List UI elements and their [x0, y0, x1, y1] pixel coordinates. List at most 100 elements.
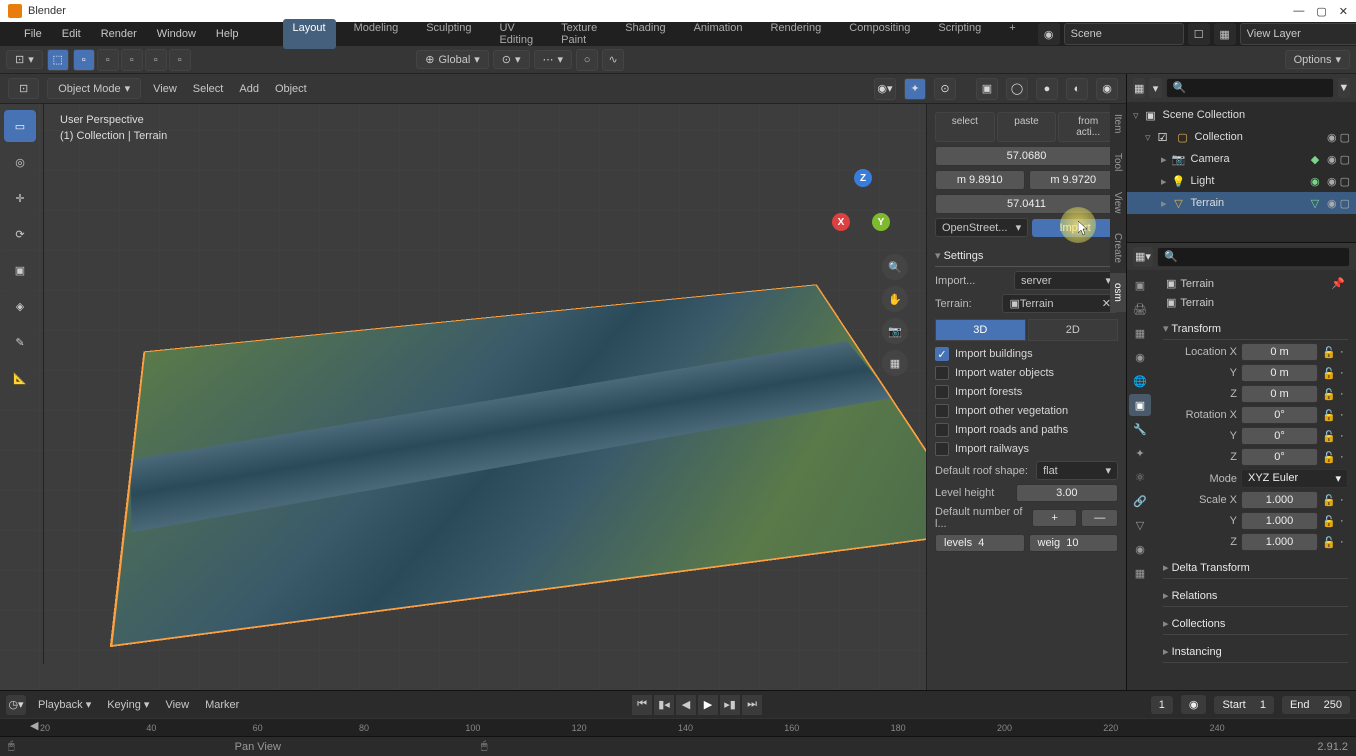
relations-header[interactable]: Relations: [1163, 585, 1348, 607]
xray-icon[interactable]: ▣: [976, 78, 998, 100]
tool-measure[interactable]: 📐: [4, 362, 36, 394]
prop-tab-viewlayer[interactable]: ▦: [1129, 322, 1151, 344]
lock-icon[interactable]: 🔓: [1322, 450, 1336, 464]
close-icon[interactable]: ✕: [1339, 5, 1348, 18]
tool-annotate[interactable]: ✎: [4, 326, 36, 358]
start-frame-field[interactable]: Start 1: [1214, 696, 1273, 714]
location-x-field[interactable]: 0 m: [1241, 343, 1318, 361]
persp-ortho-icon[interactable]: ▦: [882, 350, 908, 376]
lock-icon[interactable]: 🔓: [1322, 366, 1336, 380]
osm-default-levels-add[interactable]: +: [1032, 509, 1078, 527]
terrain-render-icon[interactable]: ▢: [1340, 197, 1350, 210]
rotation-y-field[interactable]: 0°: [1241, 427, 1318, 445]
osm-levels-field[interactable]: levels 4: [935, 534, 1025, 552]
gizmo-move-icon[interactable]: ▫: [73, 49, 95, 71]
menu-render[interactable]: Render: [97, 26, 141, 42]
rotation-mode-dropdown[interactable]: XYZ Euler ▾: [1241, 469, 1348, 488]
workspace-tab-uv[interactable]: UV Editing: [489, 19, 543, 49]
delta-transform-header[interactable]: Delta Transform: [1163, 557, 1348, 579]
viewlayer-name-input[interactable]: [1240, 23, 1356, 45]
workspace-tab-shading[interactable]: Shading: [615, 19, 675, 49]
menu-window[interactable]: Window: [153, 26, 200, 42]
n-tab-create[interactable]: Create: [1110, 223, 1126, 273]
viewport-menu-add[interactable]: Add: [235, 81, 263, 97]
jump-start-icon[interactable]: ⏮: [632, 695, 652, 715]
prop-tab-object[interactable]: ▣: [1129, 394, 1151, 416]
osm-paste-button[interactable]: paste: [997, 112, 1057, 142]
prop-tab-physics[interactable]: ⚛: [1129, 466, 1151, 488]
options-dropdown[interactable]: Options ▾: [1285, 50, 1350, 69]
viewport-menu-object[interactable]: Object: [271, 81, 311, 97]
zoom-icon[interactable]: 🔍: [882, 254, 908, 280]
osm-default-levels-remove[interactable]: —: [1081, 509, 1118, 527]
play-reverse-icon[interactable]: ◀: [676, 695, 696, 715]
osm-settings-header[interactable]: Settings: [935, 245, 1118, 267]
osm-import-forests-checkbox[interactable]: [935, 385, 949, 399]
tool-transform[interactable]: ◈: [4, 290, 36, 322]
gizmo-off-icon[interactable]: ▫: [169, 49, 191, 71]
osm-import-buildings-checkbox[interactable]: [935, 347, 949, 361]
prop-tab-render[interactable]: ▣: [1129, 274, 1151, 296]
lock-icon[interactable]: 🔓: [1322, 345, 1336, 359]
outliner-scene-collection[interactable]: ▿▣Scene Collection: [1127, 104, 1356, 126]
collections-header[interactable]: Collections: [1163, 613, 1348, 635]
auto-keying-icon[interactable]: ◉: [1181, 695, 1207, 714]
transform-header[interactable]: Transform: [1163, 318, 1348, 340]
outliner-display-dropdown[interactable]: ▾: [1149, 78, 1161, 98]
location-z-field[interactable]: 0 m: [1241, 385, 1318, 403]
outliner-light[interactable]: ▸💡Light ◉ ◉▢: [1127, 170, 1356, 192]
prop-tab-world[interactable]: 🌐: [1129, 370, 1151, 392]
timeline-view[interactable]: View: [161, 697, 193, 713]
prop-tab-texture[interactable]: ▦: [1129, 562, 1151, 584]
lock-icon[interactable]: 🔓: [1322, 493, 1336, 507]
proportional-edit-icon[interactable]: ○: [576, 49, 598, 71]
menu-edit[interactable]: Edit: [58, 26, 85, 42]
viewlayer-browse-icon[interactable]: ▦: [1214, 23, 1236, 45]
viewport-menu-view[interactable]: View: [149, 81, 181, 97]
select-tool-icon[interactable]: ⬚: [47, 49, 69, 71]
osm-import-from-dropdown[interactable]: server▾: [1014, 271, 1118, 290]
shade-render-icon[interactable]: ◉: [1096, 78, 1118, 100]
n-tab-tool[interactable]: Tool: [1110, 143, 1126, 181]
workspace-tab-sculpting[interactable]: Sculpting: [416, 19, 481, 49]
timeline-playback[interactable]: Playback ▾: [34, 696, 95, 713]
data-path[interactable]: ▣ Terrain: [1163, 293, 1348, 312]
lock-icon[interactable]: 🔓: [1322, 408, 1336, 422]
gizmo-toggle-icon[interactable]: ✦: [904, 78, 926, 100]
editor-type-dropdown[interactable]: ⊡▾: [6, 50, 43, 69]
workspace-tab-texture[interactable]: Texture Paint: [551, 19, 607, 49]
outliner-camera[interactable]: ▸📷Camera ◆ ◉▢: [1127, 148, 1356, 170]
outliner-collection[interactable]: ▿☑▢Collection ◉▢: [1127, 126, 1356, 148]
maximize-icon[interactable]: ▢: [1316, 5, 1326, 18]
visibility-icon[interactable]: ◉▾: [874, 78, 896, 100]
mode-dropdown[interactable]: Object Mode ▾: [47, 78, 141, 99]
obj-path[interactable]: ▣ Terrain 📌: [1163, 274, 1348, 293]
3d-viewport[interactable]: ⊡ Object Mode ▾ View Select Add Object ◉…: [0, 74, 1126, 690]
gizmo-z-axis[interactable]: Z: [854, 169, 872, 187]
orientation-dropdown[interactable]: ⊕ Global ▾: [416, 50, 489, 69]
rotation-z-field[interactable]: 0°: [1241, 448, 1318, 466]
tool-scale[interactable]: ▣: [4, 254, 36, 286]
shade-material-icon[interactable]: ◐: [1066, 78, 1088, 100]
osm-select-button[interactable]: select: [935, 112, 995, 142]
menu-help[interactable]: Help: [212, 26, 243, 42]
props-search-input[interactable]: [1157, 247, 1350, 267]
osm-weight-field[interactable]: weig 10: [1029, 534, 1119, 552]
minimize-icon[interactable]: —: [1293, 5, 1304, 18]
tool-select-box[interactable]: ▭: [4, 110, 36, 142]
osm-2d-toggle[interactable]: 2D: [1028, 319, 1119, 341]
keyframe-next-icon[interactable]: ▸▮: [720, 695, 740, 715]
osm-source-dropdown[interactable]: OpenStreet...▾: [935, 218, 1028, 237]
pan-icon[interactable]: ✋: [882, 286, 908, 312]
gizmo-rotate-icon[interactable]: ▫: [97, 49, 119, 71]
camera-render-icon[interactable]: ▢: [1340, 153, 1350, 166]
scene-new-icon[interactable]: ☐: [1188, 23, 1210, 45]
n-tab-view[interactable]: View: [1110, 182, 1126, 224]
scene-browse-icon[interactable]: ◉: [1038, 23, 1060, 45]
prop-tab-constraint[interactable]: 🔗: [1129, 490, 1151, 512]
lock-icon[interactable]: 🔓: [1322, 535, 1336, 549]
scene-name-input[interactable]: [1064, 23, 1184, 45]
prop-tab-material[interactable]: ◉: [1129, 538, 1151, 560]
timeline-track[interactable]: ◀ 20406080 100120140160 180200220240: [0, 718, 1356, 736]
jump-end-icon[interactable]: ⏭: [742, 695, 762, 715]
